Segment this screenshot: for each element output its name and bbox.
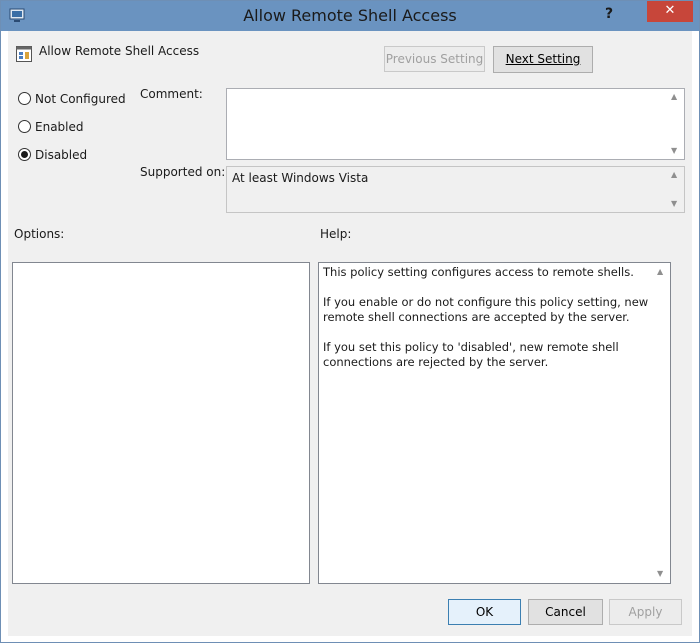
options-panel (12, 262, 310, 584)
help-text: This policy setting configures access to… (323, 265, 650, 385)
help-label: Help: (320, 227, 352, 241)
radio-not-configured[interactable]: Not Configured (18, 92, 126, 106)
scroll-down-arrow-icon[interactable]: ▼ (671, 200, 677, 208)
scroll-up-arrow-icon[interactable]: ▲ (671, 171, 677, 179)
radio-not-configured-circle[interactable] (18, 92, 31, 105)
comment-label: Comment: (140, 87, 203, 101)
window-title: Allow Remote Shell Access (243, 6, 457, 25)
apply-button[interactable]: Apply (609, 599, 682, 625)
supported-on-value: At least Windows Vista (232, 171, 369, 185)
comment-scrollbar[interactable]: ▲ ▼ (668, 89, 684, 159)
next-setting-label: Next Setting (505, 52, 581, 66)
radio-not-configured-label: Not Configured (35, 92, 126, 106)
help-icon[interactable]: ? (599, 4, 619, 24)
close-button[interactable]: ✕ (647, 1, 693, 22)
policy-title: Allow Remote Shell Access (39, 44, 200, 58)
dialog-client-area: Allow Remote Shell Access Previous Setti… (8, 31, 692, 636)
next-setting-button[interactable]: Next Setting (493, 46, 593, 73)
scroll-down-arrow-icon[interactable]: ▼ (671, 147, 677, 155)
supported-on-field: At least Windows Vista ▲ ▼ (226, 166, 685, 213)
help-paragraph: If you enable or do not configure this p… (323, 295, 649, 324)
radio-enabled-label: Enabled (35, 120, 84, 134)
supported-on-label: Supported on: (140, 165, 226, 179)
help-panel: This policy setting configures access to… (318, 262, 671, 584)
ok-button[interactable]: OK (448, 599, 521, 625)
help-paragraph: This policy setting configures access to… (323, 265, 634, 279)
previous-setting-button[interactable]: Previous Setting (384, 46, 485, 72)
radio-disabled[interactable]: Disabled (18, 148, 87, 162)
comment-textarea[interactable]: ▲ ▼ (226, 88, 685, 160)
cancel-button[interactable]: Cancel (528, 599, 603, 625)
scroll-up-arrow-icon[interactable]: ▲ (671, 93, 677, 101)
supported-on-scrollbar[interactable]: ▲ ▼ (668, 167, 684, 212)
help-scrollbar[interactable]: ▲ ▼ (653, 263, 670, 583)
policy-setting-icon (16, 46, 32, 62)
scroll-down-arrow-icon[interactable]: ▼ (657, 570, 663, 578)
radio-disabled-label: Disabled (35, 148, 88, 162)
radio-enabled[interactable]: Enabled (18, 120, 84, 134)
options-label: Options: (14, 227, 65, 241)
radio-enabled-circle[interactable] (18, 120, 31, 133)
title-bar[interactable]: Allow Remote Shell Access ? ✕ (1, 1, 699, 31)
help-paragraph: If you set this policy to 'disabled', ne… (323, 340, 619, 369)
radio-disabled-circle[interactable] (18, 148, 31, 161)
policy-dialog-window: Allow Remote Shell Access ? ✕ Allow Remo… (0, 0, 700, 643)
scroll-up-arrow-icon[interactable]: ▲ (657, 268, 663, 276)
